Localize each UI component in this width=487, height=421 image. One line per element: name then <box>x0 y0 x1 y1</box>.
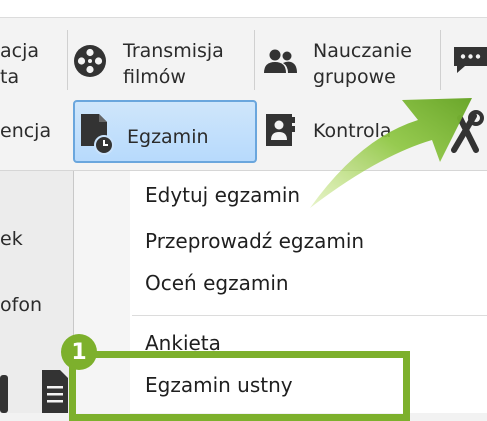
chat-icon <box>454 47 487 73</box>
ribbon-separator <box>254 30 255 90</box>
film-reel-icon <box>74 45 106 77</box>
transmisja-filmow-label-line1[interactable]: Transmisja <box>123 38 224 64</box>
menu-item-przeprowadz-egzamin[interactable]: Przeprowadź egzamin <box>145 228 364 254</box>
left-panel-item-1[interactable]: ek <box>0 226 23 252</box>
egzamin-button-label[interactable]: Egzamin <box>127 124 209 150</box>
nauczanie-grupowe-label-line1[interactable]: Nauczanie <box>313 38 412 64</box>
ribbon-separator <box>440 30 441 90</box>
arrow-icon <box>310 98 472 208</box>
left-panel-item-2[interactable]: ofon <box>0 292 42 318</box>
group-people-icon <box>264 49 297 73</box>
document-icon <box>42 370 68 413</box>
menu-separator <box>132 315 487 316</box>
ribbon-cut-item-line1[interactable]: acja <box>0 38 39 64</box>
menu-item-ocen-egzamin[interactable]: Oceń egzamin <box>145 270 289 296</box>
exam-document-icon <box>81 114 114 155</box>
highlight-frame <box>69 351 410 421</box>
menu-item-edytuj-egzamin[interactable]: Edytuj egzamin <box>145 182 300 208</box>
step-badge: 1 <box>61 334 97 370</box>
ribbon-cut-item-line2[interactable]: ta <box>0 64 19 90</box>
nauczanie-grupowe-label-line2[interactable]: grupowe <box>313 64 396 90</box>
ribbon-separator <box>67 30 68 90</box>
window-top-strip <box>0 0 487 17</box>
partial-icon <box>0 375 8 413</box>
transmisja-filmow-label-line2[interactable]: filmów <box>123 64 186 90</box>
ribbon-cut-item-row2[interactable]: encja <box>0 118 51 144</box>
